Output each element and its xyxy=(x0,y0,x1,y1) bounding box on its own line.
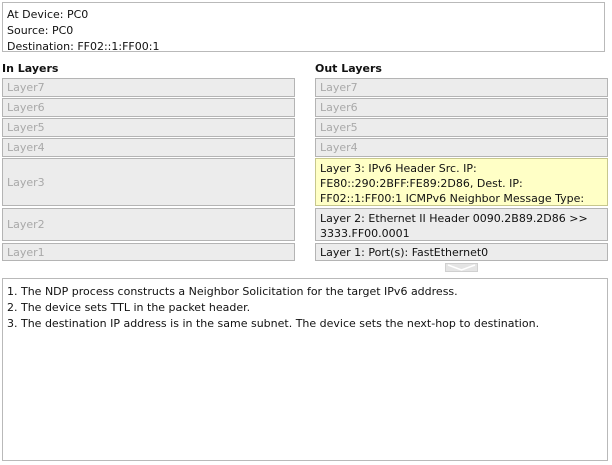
step-2: 2. The device sets TTL in the packet hea… xyxy=(7,301,251,314)
step-1: 1. The NDP process constructs a Neighbor… xyxy=(7,285,458,298)
in-layer-3[interactable]: Layer3 xyxy=(2,158,295,206)
in-layer-2[interactable]: Layer2 xyxy=(2,208,295,241)
out-layers-heading: Out Layers xyxy=(315,62,382,75)
device-info-panel: At Device: PC0 Source: PC0 Destination: … xyxy=(2,2,605,53)
in-layer-4[interactable]: Layer4 xyxy=(2,138,295,157)
step-3: 3. The destination IP address is in the … xyxy=(7,317,540,330)
out-layer-7[interactable]: Layer7 xyxy=(315,78,608,97)
out-layer-6[interactable]: Layer6 xyxy=(315,98,608,117)
out-layer-3-selected[interactable]: Layer 3: IPv6 Header Src. IP: FE80::290:… xyxy=(315,158,608,206)
out-layer-2[interactable]: Layer 2: Ethernet II Header 0090.2B89.2D… xyxy=(315,208,608,241)
chevron-down-icon[interactable] xyxy=(445,263,478,272)
in-layer-5[interactable]: Layer5 xyxy=(2,118,295,137)
out-layer-1[interactable]: Layer 1: Port(s): FastEthernet0 xyxy=(315,243,608,261)
out-layer-4[interactable]: Layer4 xyxy=(315,138,608,157)
in-layer-6[interactable]: Layer6 xyxy=(2,98,295,117)
process-steps-panel: 1. The NDP process constructs a Neighbor… xyxy=(2,278,608,461)
destination-label: Destination: FF02::1:FF00:1 xyxy=(7,40,160,53)
out-layer-5[interactable]: Layer5 xyxy=(315,118,608,137)
in-layer-1[interactable]: Layer1 xyxy=(2,243,295,261)
in-layers-heading: In Layers xyxy=(2,62,59,75)
source-label: Source: PC0 xyxy=(7,24,74,37)
in-layer-7[interactable]: Layer7 xyxy=(2,78,295,97)
at-device-label: At Device: PC0 xyxy=(7,8,89,21)
